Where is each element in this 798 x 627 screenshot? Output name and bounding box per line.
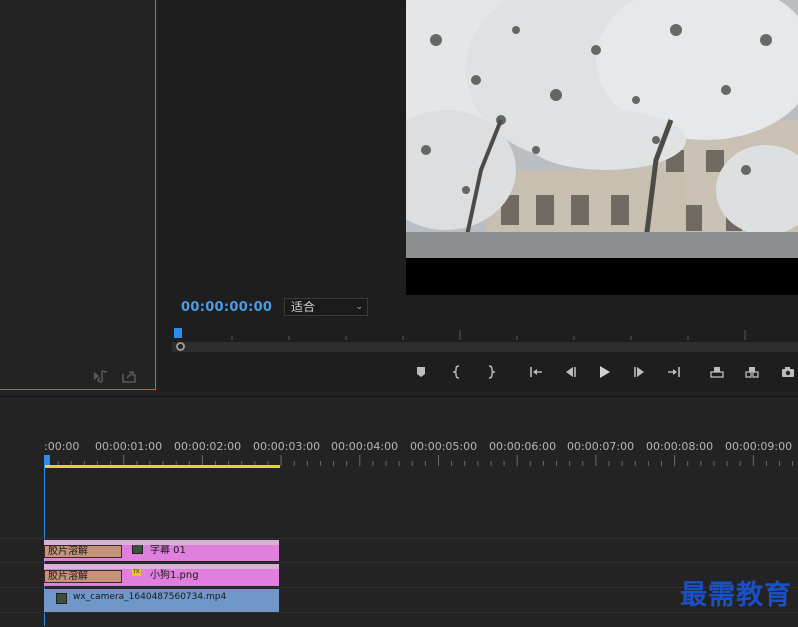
ruler-label: 00:00:09:00: [725, 440, 793, 453]
watermark-logo: 最需教育: [680, 580, 792, 611]
monitor-playhead-marker[interactable]: [174, 328, 182, 338]
clip-name: 字幕 01: [150, 545, 186, 556]
transition-label: 胶片溶解: [48, 546, 88, 557]
step-forward-button[interactable]: [629, 362, 651, 382]
track-divider: [0, 538, 798, 539]
ruler-label: 00:00:05:00: [410, 440, 478, 453]
clip-name: 小狗1.png: [150, 570, 199, 581]
monitor-time-ruler[interactable]: [172, 326, 798, 342]
go-to-out-button[interactable]: [663, 362, 685, 382]
clip-name: wx_camera_1640487560734.mp4: [73, 592, 227, 602]
fx-icon: fx: [132, 567, 141, 576]
zoom-fit-dropdown[interactable]: 适合 ⌄: [284, 298, 368, 316]
play-icon: [600, 366, 610, 378]
go-to-in-button[interactable]: [525, 362, 547, 382]
ruler-label: 00:00:07:00: [567, 440, 635, 453]
export-icon[interactable]: [121, 368, 137, 387]
transition-label: 胶片溶解: [48, 571, 88, 582]
go-to-in-icon: [530, 367, 542, 377]
extract-button[interactable]: [741, 362, 763, 382]
play-button[interactable]: [593, 362, 615, 382]
ruler-label: 00:00:02:00: [174, 440, 242, 453]
video-icon: [56, 593, 67, 604]
add-marker-button[interactable]: [410, 362, 432, 382]
step-forward-icon: [634, 367, 644, 377]
track-divider: [0, 587, 798, 588]
lift-icon: [710, 367, 724, 378]
marker-icon: [417, 367, 425, 377]
timeline-playhead-handle[interactable]: [44, 455, 50, 465]
video-letterbox: [406, 258, 798, 295]
track-divider: [0, 562, 798, 563]
mark-in-icon: [452, 365, 460, 379]
mark-in-button[interactable]: [447, 362, 469, 382]
film-dissolve-transition[interactable]: 胶片溶解: [44, 545, 122, 558]
zoom-fit-value: 适合: [291, 300, 316, 314]
film-dissolve-transition[interactable]: 胶片溶解: [44, 570, 122, 583]
monitor-scrub-bar[interactable]: [172, 342, 798, 352]
extract-icon: [745, 367, 759, 378]
mark-out-button[interactable]: [479, 362, 501, 382]
title-icon: [132, 545, 143, 554]
monitor-scrub-handle[interactable]: [176, 342, 185, 351]
project-panel: [0, 0, 156, 390]
camera-icon: [782, 367, 794, 377]
ruler-label: 00:00:06:00: [489, 440, 557, 453]
ruler-label: 00:00:01:00: [95, 440, 163, 453]
video-preview: [406, 0, 798, 258]
track-divider: [0, 612, 798, 613]
ruler-label: 00:00:03:00: [253, 440, 321, 453]
automate-to-sequence-icon[interactable]: [93, 368, 109, 387]
step-back-icon: [566, 367, 576, 377]
ruler-label: :00:00: [44, 440, 80, 453]
video-clip[interactable]: wx_camera_1640487560734.mp4: [44, 589, 279, 612]
lift-button[interactable]: [706, 362, 728, 382]
work-area-bar[interactable]: [44, 465, 280, 468]
ruler-label: 00:00:04:00: [331, 440, 399, 453]
mark-out-icon: [488, 365, 496, 379]
chevron-down-icon: ⌄: [355, 302, 363, 312]
step-back-button[interactable]: [559, 362, 581, 382]
playhead-timecode[interactable]: 00:00:00:00: [181, 300, 272, 315]
export-frame-button[interactable]: [777, 362, 798, 382]
ruler-label: 00:00:08:00: [646, 440, 714, 453]
go-to-out-icon: [668, 367, 680, 377]
